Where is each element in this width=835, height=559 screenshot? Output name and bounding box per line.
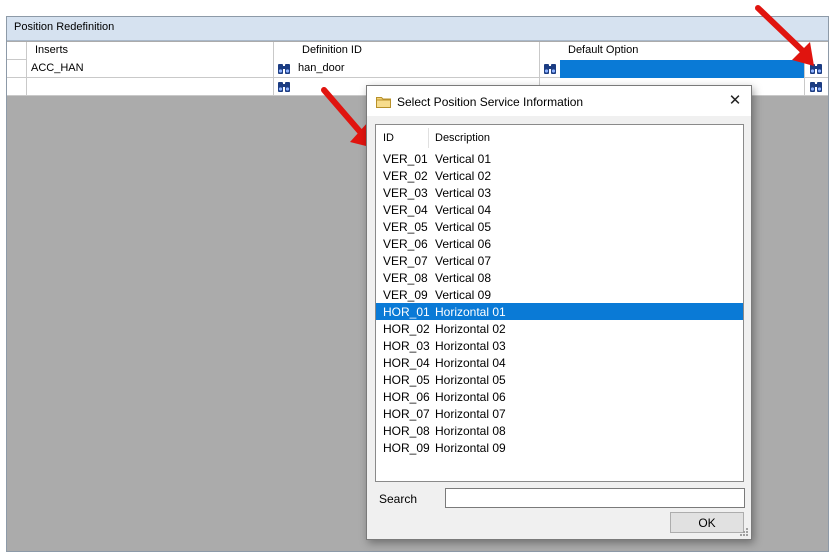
list-item-id: HOR_03 bbox=[383, 339, 430, 353]
resize-grip-icon[interactable] bbox=[739, 527, 749, 537]
list-item[interactable]: HOR_04 Horizontal 04 bbox=[376, 354, 743, 371]
list-item-description: Vertical 04 bbox=[435, 203, 492, 217]
list-rows: VER_01 Vertical 01 VER_02 Vertical 02 VER_03… bbox=[376, 150, 743, 456]
list-item-description: Vertical 05 bbox=[435, 220, 492, 234]
search-label: Search bbox=[379, 492, 418, 506]
list-item-description: Vertical 02 bbox=[435, 169, 492, 183]
red-arrow-icon bbox=[755, 5, 814, 66]
list-item[interactable]: VER_05 Vertical 05 bbox=[376, 218, 743, 235]
list-item[interactable]: VER_04 Vertical 04 bbox=[376, 201, 743, 218]
list-item-id: VER_03 bbox=[383, 186, 428, 200]
list-item-description: Horizontal 04 bbox=[435, 356, 506, 370]
list-item[interactable]: VER_06 Vertical 06 bbox=[376, 235, 743, 252]
list-item-id: HOR_01 bbox=[383, 305, 430, 319]
list-item-id: HOR_07 bbox=[383, 407, 430, 421]
list-item-description: Vertical 03 bbox=[435, 186, 492, 200]
list-item-description: Horizontal 08 bbox=[435, 424, 506, 438]
select-position-dialog: Select Position Service Information ✕ ID… bbox=[366, 85, 752, 540]
list-item[interactable]: VER_09 Vertical 09 bbox=[376, 286, 743, 303]
column-header-inserts[interactable]: Inserts bbox=[27, 42, 274, 60]
grid-row: ACC_HAN han_door bbox=[7, 60, 828, 78]
list-header: ID Description bbox=[376, 125, 743, 149]
list-item[interactable]: HOR_06 Horizontal 06 bbox=[376, 388, 743, 405]
list-item[interactable]: HOR_05 Horizontal 05 bbox=[376, 371, 743, 388]
list-item-description: Vertical 07 bbox=[435, 254, 492, 268]
list-item-description: Horizontal 05 bbox=[435, 373, 506, 387]
list-item-id: HOR_02 bbox=[383, 322, 430, 336]
list-item-description: Horizontal 09 bbox=[435, 441, 506, 455]
list-item-description: Vertical 06 bbox=[435, 237, 492, 251]
column-header-definition-id[interactable]: Definition ID bbox=[274, 42, 540, 60]
binoculars-icon[interactable] bbox=[542, 61, 558, 76]
list-item[interactable]: VER_03 Vertical 03 bbox=[376, 184, 743, 201]
inserts-lookup-cell bbox=[274, 60, 294, 78]
row-header[interactable] bbox=[7, 78, 27, 96]
definition-lookup-cell bbox=[540, 60, 560, 78]
list-item-description: Horizontal 03 bbox=[435, 339, 506, 353]
dialog-titlebar[interactable]: Select Position Service Information ✕ bbox=[367, 86, 751, 116]
grid-header-row: Inserts Definition ID Default Option bbox=[7, 42, 828, 60]
list-item-id: HOR_09 bbox=[383, 441, 430, 455]
ok-button[interactable]: OK bbox=[670, 512, 744, 533]
list-item-id: VER_06 bbox=[383, 237, 428, 251]
list-item[interactable]: HOR_09 Horizontal 09 bbox=[376, 439, 743, 456]
column-header-id[interactable]: ID bbox=[383, 132, 394, 144]
row-header-corner bbox=[7, 42, 27, 60]
list-item[interactable]: HOR_08 Horizontal 08 bbox=[376, 422, 743, 439]
dialog-title: Select Position Service Information bbox=[397, 95, 584, 109]
folder-icon bbox=[376, 96, 391, 111]
list-item-description: Vertical 01 bbox=[435, 152, 492, 166]
definition-id-cell[interactable]: han_door bbox=[294, 60, 540, 78]
list-item-id: HOR_05 bbox=[383, 373, 430, 387]
list-item-description: Horizontal 06 bbox=[435, 390, 506, 404]
list-item-id: VER_02 bbox=[383, 169, 428, 183]
inserts-cell[interactable]: ACC_HAN bbox=[27, 60, 274, 78]
inserts-cell[interactable] bbox=[27, 78, 274, 96]
close-icon[interactable]: ✕ bbox=[725, 92, 745, 110]
list-item[interactable]: VER_07 Vertical 07 bbox=[376, 252, 743, 269]
search-input[interactable] bbox=[445, 488, 745, 508]
list-item-id: VER_07 bbox=[383, 254, 428, 268]
binoculars-icon[interactable] bbox=[276, 61, 292, 76]
column-header-description[interactable]: Description bbox=[435, 132, 490, 144]
list-item-id: VER_05 bbox=[383, 220, 428, 234]
list-item-description: Horizontal 07 bbox=[435, 407, 506, 421]
row-header[interactable] bbox=[7, 60, 27, 78]
list-item-description: Horizontal 01 bbox=[435, 305, 506, 319]
panel-title: Position Redefinition bbox=[7, 17, 828, 41]
binoculars-icon[interactable] bbox=[276, 79, 292, 94]
list-item[interactable]: VER_08 Vertical 08 bbox=[376, 269, 743, 286]
list-item-id: HOR_04 bbox=[383, 356, 430, 370]
list-item[interactable]: HOR_02 Horizontal 02 bbox=[376, 320, 743, 337]
list-item-description: Horizontal 02 bbox=[435, 322, 506, 336]
list-item-id: VER_01 bbox=[383, 152, 428, 166]
position-list[interactable]: ID Description VER_01 Vertical 01 VER_02 Ve… bbox=[375, 124, 744, 482]
inserts-lookup-cell bbox=[274, 78, 294, 96]
list-item-id: HOR_08 bbox=[383, 424, 430, 438]
list-item[interactable]: HOR_03 Horizontal 03 bbox=[376, 337, 743, 354]
list-item-id: VER_09 bbox=[383, 288, 428, 302]
list-item-id: VER_08 bbox=[383, 271, 428, 285]
binoculars-icon[interactable] bbox=[808, 79, 824, 94]
list-item[interactable]: HOR_07 Horizontal 07 bbox=[376, 405, 743, 422]
list-item[interactable]: HOR_01 Horizontal 01 bbox=[376, 303, 743, 320]
list-item-description: Vertical 08 bbox=[435, 271, 492, 285]
list-item-description: Vertical 09 bbox=[435, 288, 492, 302]
column-separator[interactable] bbox=[428, 128, 429, 148]
default-option-lookup-cell bbox=[805, 78, 828, 96]
list-item-id: VER_04 bbox=[383, 203, 428, 217]
list-item[interactable]: VER_01 Vertical 01 bbox=[376, 150, 743, 167]
list-item-id: HOR_06 bbox=[383, 390, 430, 404]
list-item[interactable]: VER_02 Vertical 02 bbox=[376, 167, 743, 184]
